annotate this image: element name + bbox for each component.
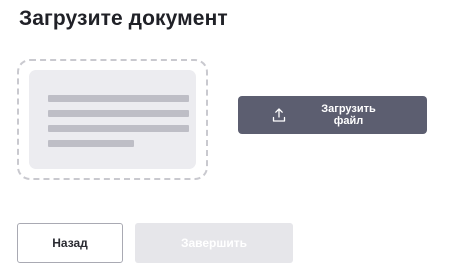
upload-icon (272, 108, 286, 122)
upload-button-label: Загрузить файл (321, 103, 376, 127)
document-dropzone[interactable] (17, 59, 208, 180)
back-button[interactable]: Назад (17, 223, 123, 263)
upload-file-button[interactable]: Загрузить файл (238, 96, 427, 134)
page-title: Загрузите документ (19, 7, 228, 30)
placeholder-line (48, 95, 189, 102)
document-placeholder-icon (29, 70, 196, 169)
placeholder-line (48, 140, 134, 147)
placeholder-line (48, 125, 189, 132)
placeholder-line (48, 110, 189, 117)
finish-button: Завершить (135, 223, 293, 263)
